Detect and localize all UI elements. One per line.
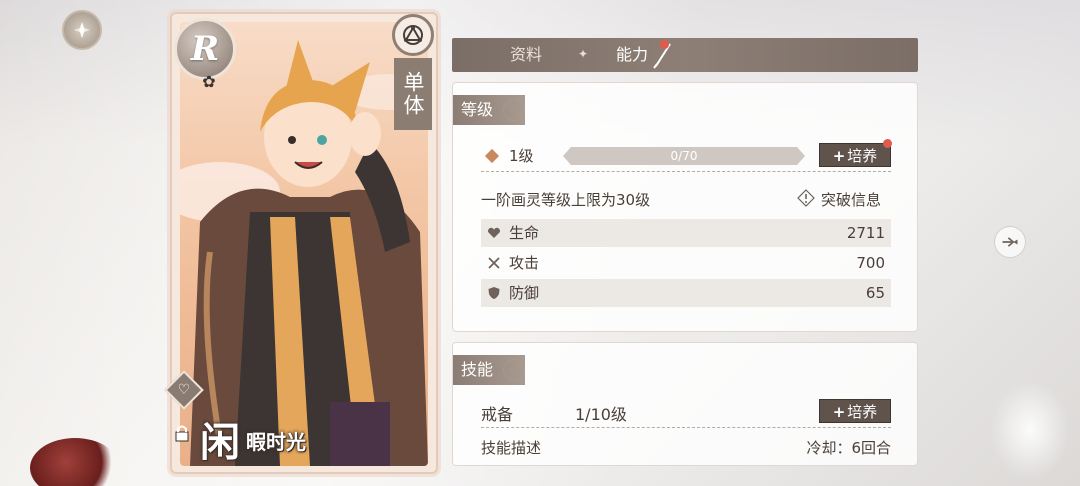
level-cap-text: 一阶画灵等级上限为30级 <box>481 191 651 209</box>
train-notification-dot <box>883 139 892 148</box>
shield-icon <box>488 287 500 299</box>
stat-value: 2711 <box>846 224 885 242</box>
stat-name: 防御 <box>509 284 540 302</box>
warning-diamond-icon[interactable] <box>797 189 815 207</box>
crossed-swords-icon <box>488 257 500 269</box>
heart-icon: ♡ <box>177 382 191 398</box>
skill-desc-row: 技能描述 冷却：6回合 <box>481 437 891 459</box>
plus-icon: + <box>832 147 846 165</box>
notification-dot <box>660 40 669 49</box>
rose-outline-icon <box>503 99 525 121</box>
card-name-plate: 闲 暇时光 <box>170 410 320 466</box>
stat-value: 700 <box>856 254 885 272</box>
exp-progress-text: 0/70 <box>670 149 698 163</box>
tab-profile[interactable]: 资料 <box>510 38 542 72</box>
level-train-label: 培养 <box>847 147 878 165</box>
divider <box>481 427 891 428</box>
plus-icon: + <box>832 403 846 421</box>
breakthrough-info-link[interactable]: 突破信息 <box>821 189 881 210</box>
triangle-target-icon <box>403 25 423 45</box>
tab-ability[interactable]: 能力 <box>616 38 648 72</box>
next-character-button[interactable] <box>994 226 1026 258</box>
rose-outline-icon <box>503 359 525 381</box>
rarity-badge: R <box>174 18 236 80</box>
butterfly-decoration <box>990 380 1070 480</box>
heart-icon <box>487 227 501 238</box>
wing-icon: ✿ <box>202 72 216 91</box>
stat-row-attack: 攻击 700 <box>481 249 891 277</box>
divider <box>481 171 891 172</box>
compass-icon <box>73 21 91 39</box>
level-train-button[interactable]: + 培养 <box>819 143 891 167</box>
stat-row-hp: 生命 2711 <box>481 219 891 247</box>
target-type-label: 单体 <box>394 58 432 130</box>
character-card[interactable]: R ✿ 单体 ♡ 闲 暇时光 <box>164 12 438 474</box>
exp-progress-bar: 0/70 <box>563 147 805 165</box>
stat-row-defense: 防御 65 <box>481 279 891 307</box>
back-emblem-button[interactable] <box>62 10 102 50</box>
stat-name: 生命 <box>509 224 540 242</box>
arrow-right-icon <box>1002 237 1018 247</box>
type-badge <box>392 14 434 56</box>
lock-icon[interactable] <box>174 424 190 442</box>
card-name-rest: 暇时光 <box>246 430 306 454</box>
skill-section: 技能 戒备 1/10级 + 培养 技能描述 冷却：6回合 <box>452 342 918 466</box>
level-value: 1级 <box>509 147 534 165</box>
skill-train-button[interactable]: + 培养 <box>819 399 891 423</box>
level-cap-row: 一阶画灵等级上限为30级 突破信息 <box>481 189 891 211</box>
card-name-first-char: 闲 <box>200 419 240 466</box>
skill-name: 戒备 <box>481 405 514 424</box>
tab-bar: 资料 ✦ 能力 <box>452 38 918 72</box>
stat-name: 攻击 <box>509 254 540 272</box>
skill-train-label: 培养 <box>847 403 878 421</box>
diamond-icon <box>484 148 500 164</box>
ability-panel: 等级 1级 0/70 + 培养 一阶画灵等级上限为30级 突破信息 生命 271… <box>452 82 918 466</box>
skill-level: 1/10级 <box>575 405 627 424</box>
level-section: 等级 1级 0/70 + 培养 一阶画灵等级上限为30级 突破信息 生命 271… <box>452 82 918 332</box>
skill-description-label[interactable]: 技能描述 <box>481 437 541 458</box>
stat-value: 65 <box>865 284 885 302</box>
tab-separator: ✦ <box>578 47 589 61</box>
skill-cooldown: 冷却：6回合 <box>806 439 891 457</box>
